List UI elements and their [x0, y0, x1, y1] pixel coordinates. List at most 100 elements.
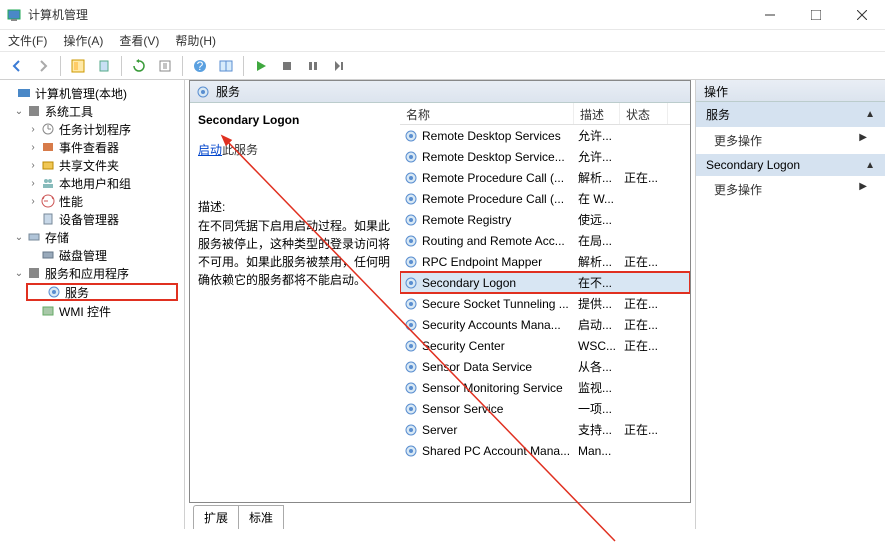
service-row[interactable]: Remote Desktop Service...允许... — [400, 146, 690, 167]
description-body: 在不同凭据下启用启动过程。如果此服务被停止，这种类型的登录访问将不可用。如果此服… — [198, 217, 392, 289]
forward-button[interactable] — [32, 55, 54, 77]
service-row[interactable]: Remote Procedure Call (...在 W... — [400, 188, 690, 209]
service-name: Remote Procedure Call (... — [422, 171, 564, 185]
properties-button[interactable] — [93, 55, 115, 77]
service-row[interactable]: Shared PC Account Mana...Man... — [400, 440, 690, 461]
service-desc: 启动... — [574, 316, 620, 333]
actions-section-services[interactable]: 服务▲ — [696, 102, 885, 127]
export-button[interactable] — [154, 55, 176, 77]
chevron-right-icon: ▶ — [859, 132, 867, 143]
gear-icon — [404, 402, 418, 416]
service-desc: 允许... — [574, 127, 620, 144]
service-desc: 监视... — [574, 379, 620, 396]
stop-service-button[interactable] — [276, 55, 298, 77]
services-header: 服务 — [190, 81, 690, 103]
col-name[interactable]: 名称 — [400, 103, 574, 124]
close-button[interactable] — [839, 0, 885, 30]
service-name: Secure Socket Tunneling ... — [422, 297, 569, 311]
menu-view[interactable]: 查看(V) — [119, 32, 159, 49]
service-name: Remote Registry — [422, 213, 511, 227]
tree-shared-folders[interactable]: ›共享文件夹 — [2, 156, 182, 174]
tree-systools[interactable]: ⌄系统工具 — [2, 102, 182, 120]
service-state: 正在... — [620, 337, 668, 354]
service-desc: 一项... — [574, 400, 620, 417]
tree-services[interactable]: 服务 — [26, 283, 178, 301]
help-button[interactable]: ? — [189, 55, 211, 77]
maximize-button[interactable] — [793, 0, 839, 30]
col-state[interactable]: 状态 — [620, 103, 668, 124]
service-row[interactable]: Secondary Logon在不... — [400, 272, 690, 293]
service-desc: 解析... — [574, 253, 620, 270]
pause-service-button[interactable] — [302, 55, 324, 77]
service-row[interactable]: Sensor Data Service从各... — [400, 356, 690, 377]
menu-file[interactable]: 文件(F) — [8, 32, 47, 49]
tree-local-users[interactable]: ›本地用户和组 — [2, 174, 182, 192]
service-row[interactable]: RPC Endpoint Mapper 解析...正在... — [400, 251, 690, 272]
refresh-button[interactable] — [128, 55, 150, 77]
titlebar: 计算机管理 — [0, 0, 885, 30]
service-row[interactable]: Remote Registry 使远... — [400, 209, 690, 230]
service-name: Sensor Service — [422, 402, 503, 416]
description-label: 描述: — [198, 198, 392, 215]
more-actions-2[interactable]: 更多操作 ▶ — [696, 176, 885, 203]
service-row[interactable]: Routing and Remote Acc...在局... — [400, 230, 690, 251]
tree-root[interactable]: 计算机管理(本地) — [2, 84, 182, 102]
service-row[interactable]: Secure Socket Tunneling ...提供...正在... — [400, 293, 690, 314]
col-desc[interactable]: 描述 — [574, 103, 620, 124]
service-row[interactable]: Security Center WSC...正在... — [400, 335, 690, 356]
service-row[interactable]: Remote Desktop Services允许... — [400, 125, 690, 146]
tab-standard[interactable]: 标准 — [238, 505, 284, 529]
gear-icon — [404, 129, 418, 143]
start-service-rest: 此服务 — [222, 143, 258, 157]
tree-device-manager[interactable]: 设备管理器 — [2, 210, 182, 228]
service-desc: 解析... — [574, 169, 620, 186]
service-state: 正在... — [620, 421, 668, 438]
actions-section-selected[interactable]: Secondary Logon▲ — [696, 154, 885, 176]
tab-extended[interactable]: 扩展 — [193, 505, 239, 529]
more-actions-1[interactable]: 更多操作 ▶ — [696, 127, 885, 154]
service-name: Routing and Remote Acc... — [422, 234, 565, 248]
menu-action[interactable]: 操作(A) — [63, 32, 103, 49]
tree-wmi-control[interactable]: WMI 控件 — [2, 302, 182, 320]
service-name: Secondary Logon — [422, 276, 516, 290]
gear-icon — [404, 360, 418, 374]
tree-storage[interactable]: ⌄存储 — [2, 228, 182, 246]
gear-icon — [404, 234, 418, 248]
tree-disk-management[interactable]: 磁盘管理 — [2, 246, 182, 264]
service-desc: 使远... — [574, 211, 620, 228]
start-service-button[interactable] — [250, 55, 272, 77]
service-state: 正在... — [620, 295, 668, 312]
service-row[interactable]: Security Accounts Mana...启动...正在... — [400, 314, 690, 335]
tree-event-viewer[interactable]: ›事件查看器 — [2, 138, 182, 156]
chevron-up-icon: ▲ — [865, 109, 875, 120]
service-state: 正在... — [620, 316, 668, 333]
minimize-button[interactable] — [747, 0, 793, 30]
gear-icon — [404, 150, 418, 164]
start-service-link[interactable]: 启动 — [198, 143, 222, 157]
navigation-tree: 计算机管理(本地) ⌄系统工具 ›任务计划程序 ›事件查看器 ›共享文件夹 ›本… — [0, 80, 185, 529]
service-desc: WSC... — [574, 339, 620, 353]
service-name: Security Center — [422, 339, 505, 353]
menubar: 文件(F) 操作(A) 查看(V) 帮助(H) — [0, 30, 885, 52]
service-state: 正在... — [620, 253, 668, 270]
service-name: Shared PC Account Mana... — [422, 444, 570, 458]
gear-icon — [404, 192, 418, 206]
tree-task-scheduler[interactable]: ›任务计划程序 — [2, 120, 182, 138]
menu-help[interactable]: 帮助(H) — [175, 32, 216, 49]
service-name: Server — [422, 423, 457, 437]
tree-performance[interactable]: ›性能 — [2, 192, 182, 210]
window-title: 计算机管理 — [28, 6, 747, 23]
service-row[interactable]: Sensor Monitoring Service监视... — [400, 377, 690, 398]
service-row[interactable]: Remote Procedure Call (...解析...正在... — [400, 167, 690, 188]
tree-services-apps[interactable]: ⌄服务和应用程序 — [2, 264, 182, 282]
service-detail-pane: Secondary Logon 启动此服务 描述: 在不同凭据下启用启动过程。如… — [190, 103, 400, 502]
service-row[interactable]: Server支持...正在... — [400, 419, 690, 440]
back-button[interactable] — [6, 55, 28, 77]
service-name: RPC Endpoint Mapper — [422, 255, 542, 269]
view-mode-button[interactable] — [215, 55, 237, 77]
service-row[interactable]: Sensor Service 一项... — [400, 398, 690, 419]
restart-service-button[interactable] — [328, 55, 350, 77]
service-desc: 在 W... — [574, 190, 620, 207]
show-hide-button[interactable] — [67, 55, 89, 77]
gear-icon — [404, 381, 418, 395]
